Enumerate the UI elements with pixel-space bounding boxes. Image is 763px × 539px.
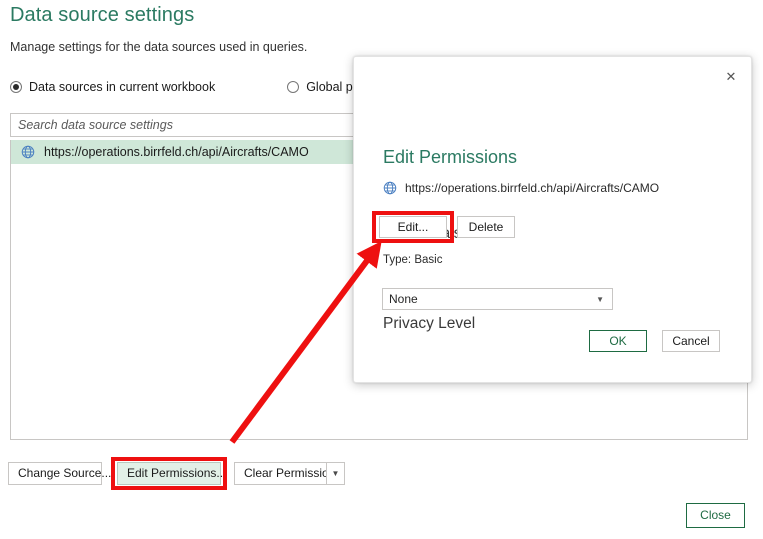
- cancel-button[interactable]: Cancel: [662, 330, 720, 352]
- data-source-settings-dialog: Data source settings Manage settings for…: [0, 0, 763, 539]
- globe-icon: [21, 145, 35, 159]
- clear-permissions-dropdown-button[interactable]: ▼: [326, 462, 345, 485]
- globe-icon: [383, 181, 397, 195]
- dialog-title: Edit Permissions: [383, 147, 517, 168]
- radio-data-sources-in-current-workbook[interactable]: Data sources in current workbook: [10, 80, 215, 94]
- privacy-level-value: None: [389, 292, 596, 306]
- chevron-down-icon: ▼: [327, 463, 344, 484]
- clear-permissions-button[interactable]: Clear Permissions: [234, 462, 327, 485]
- privacy-level-heading: Privacy Level: [383, 315, 475, 333]
- dialog-url-text: https://operations.birrfeld.ch/api/Aircr…: [405, 181, 659, 195]
- radio-unselected-icon: [287, 81, 299, 93]
- dialog-source-url: https://operations.birrfeld.ch/api/Aircr…: [383, 181, 659, 195]
- close-icon[interactable]: ✕: [716, 62, 746, 90]
- ok-button[interactable]: OK: [589, 330, 647, 352]
- privacy-level-select[interactable]: None ▼: [382, 288, 613, 310]
- radio-selected-icon: [10, 81, 22, 93]
- credential-delete-button[interactable]: Delete: [457, 216, 515, 238]
- close-button[interactable]: Close: [686, 503, 745, 528]
- credential-edit-button[interactable]: Edit...: [379, 216, 447, 238]
- page-subtitle: Manage settings for the data sources use…: [10, 40, 307, 54]
- list-item-label: https://operations.birrfeld.ch/api/Aircr…: [44, 145, 309, 159]
- chevron-down-icon: ▼: [596, 295, 606, 304]
- edit-permissions-button[interactable]: Edit Permissions...: [117, 462, 221, 485]
- page-title: Data source settings: [10, 4, 194, 27]
- credential-type-label: Type: Basic: [383, 254, 442, 266]
- change-source-button[interactable]: Change Source...: [8, 462, 102, 485]
- radio-label: Data sources in current workbook: [29, 80, 215, 94]
